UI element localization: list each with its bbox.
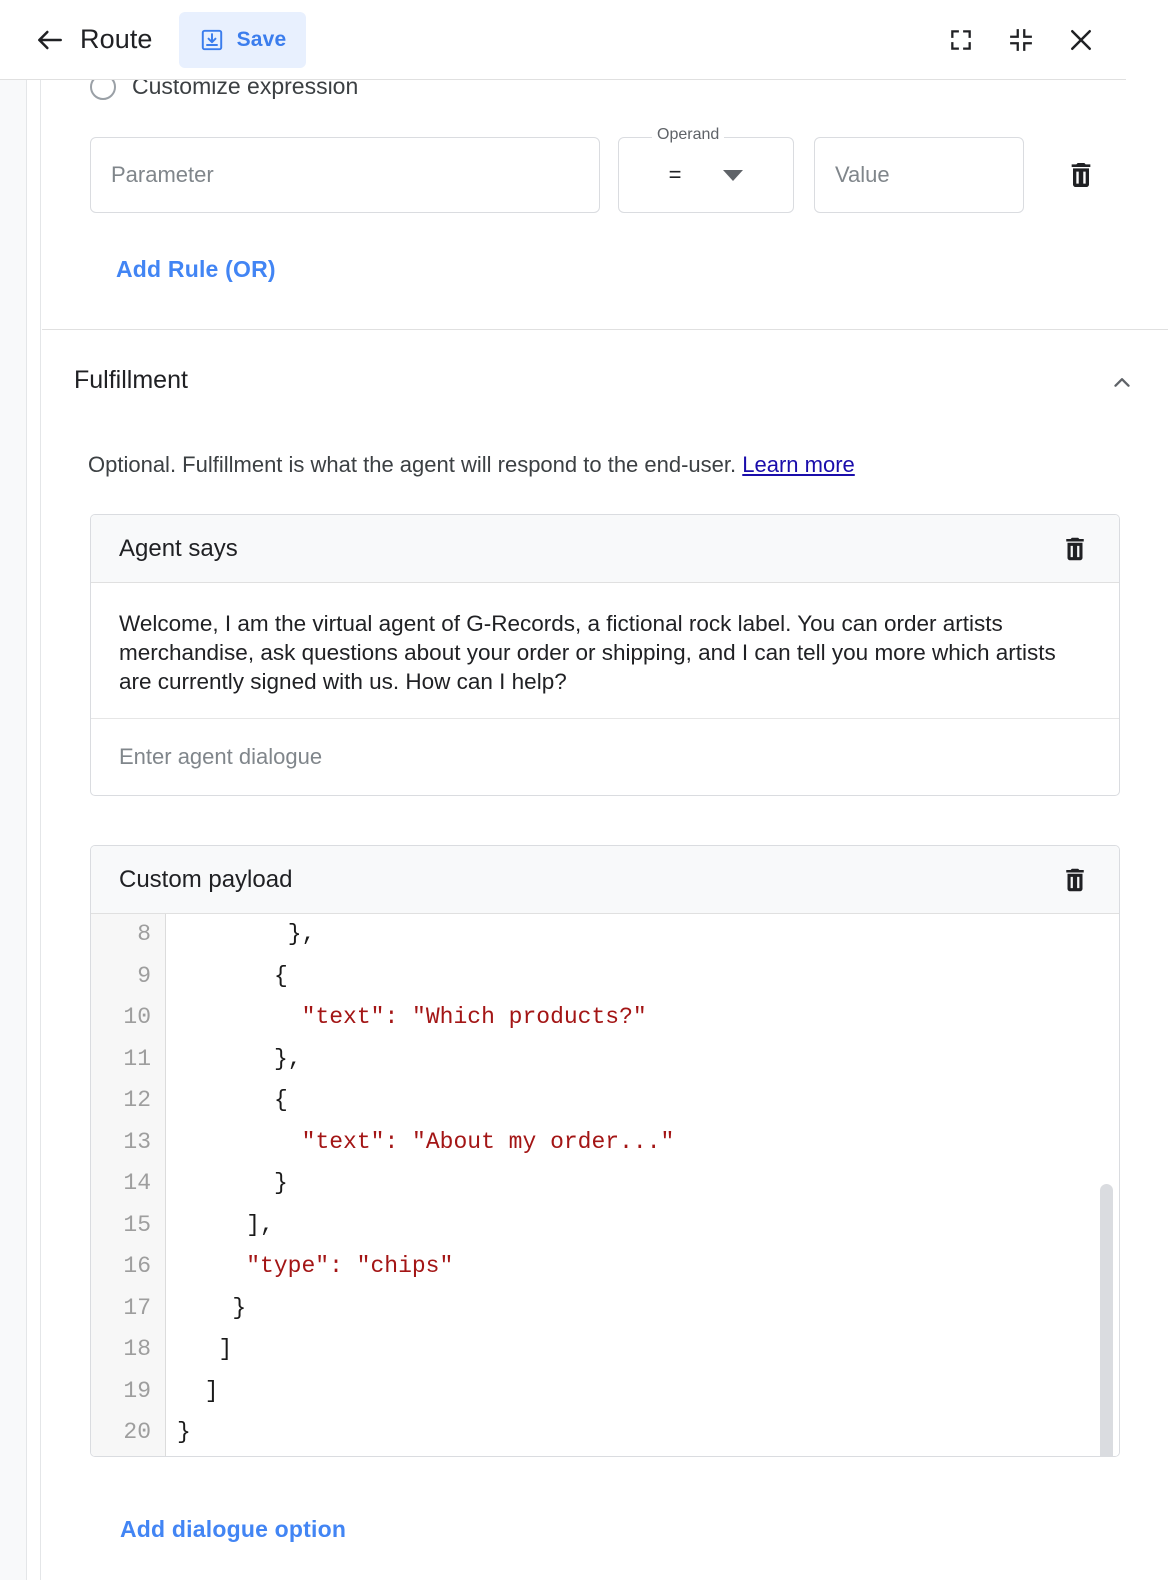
editor-line: 13 "text": "About my order..." xyxy=(91,1122,1119,1164)
editor-line-code: ] xyxy=(219,1329,233,1371)
editor-line: 16 "type": "chips" xyxy=(91,1246,1119,1288)
editor-line-number: 16 xyxy=(91,1246,151,1288)
agent-dialogue-placeholder: Enter agent dialogue xyxy=(119,744,322,770)
fulfillment-description-text: Optional. Fulfillment is what the agent … xyxy=(88,452,736,477)
delete-agent-says-button[interactable] xyxy=(1055,529,1095,569)
expand-icon xyxy=(948,27,974,53)
operand-select-content: = xyxy=(618,137,794,213)
operand-label: Operand xyxy=(652,126,724,144)
editor-line-number: 15 xyxy=(91,1205,151,1247)
fulfillment-collapse-button[interactable] xyxy=(1102,363,1142,403)
editor-line-code: ] xyxy=(205,1371,219,1413)
expand-button[interactable] xyxy=(944,23,978,57)
editor-line-code: "type": "chips" xyxy=(246,1246,453,1288)
operand-select[interactable]: Operand = xyxy=(618,137,794,213)
editor-scrollbar-thumb[interactable] xyxy=(1100,1184,1113,1457)
editor-line: 11}, xyxy=(91,1039,1119,1081)
editor-line: 14} xyxy=(91,1163,1119,1205)
editor-line-number: 12 xyxy=(91,1080,151,1122)
arrow-left-icon xyxy=(34,24,66,56)
delete-rule-button[interactable] xyxy=(1058,137,1104,213)
value-placeholder: Value xyxy=(835,162,890,188)
custom-payload-card: Custom payload 8},9{10"text": "Which pro… xyxy=(90,845,1120,1457)
agent-says-message[interactable]: Welcome, I am the virtual agent of G-Rec… xyxy=(91,583,1119,719)
left-rail-background xyxy=(0,0,26,1580)
agent-says-card: Agent says Welcome, I am the virtual age… xyxy=(90,514,1120,796)
editor-line: 15], xyxy=(91,1205,1119,1247)
editor-line: 17} xyxy=(91,1288,1119,1330)
editor-line-code: } xyxy=(177,1412,191,1454)
collapse-icon xyxy=(1008,27,1034,53)
agent-says-header: Agent says xyxy=(91,515,1119,583)
close-icon xyxy=(1066,25,1096,55)
editor-line: 18] xyxy=(91,1329,1119,1371)
editor-line-code: } xyxy=(274,1163,288,1205)
custom-payload-title: Custom payload xyxy=(119,866,292,894)
editor-line: 20} xyxy=(91,1412,1119,1454)
editor-line: 19] xyxy=(91,1371,1119,1413)
editor-line-code: } xyxy=(232,1288,246,1330)
operand-selected-value: = xyxy=(669,162,682,188)
value-input[interactable]: Value xyxy=(814,137,1024,213)
editor-line-code: { xyxy=(274,1080,288,1122)
editor-line-number: 11 xyxy=(91,1039,151,1081)
editor-line-number: 8 xyxy=(91,914,151,956)
editor-line-number: 17 xyxy=(91,1288,151,1330)
custom-payload-header: Custom payload xyxy=(91,846,1119,914)
editor-line-code: "text": "About my order..." xyxy=(302,1122,675,1164)
fulfillment-section-title: Fulfillment xyxy=(74,366,188,395)
editor-line-code: ], xyxy=(246,1205,274,1247)
editor-line-number: 14 xyxy=(91,1163,151,1205)
chevron-up-icon xyxy=(1109,370,1135,396)
editor-line: 8}, xyxy=(91,914,1119,956)
back-button[interactable] xyxy=(32,22,68,58)
editor-line-code: "text": "Which products?" xyxy=(302,997,647,1039)
trash-icon xyxy=(1060,534,1090,564)
editor-line: 10 "text": "Which products?" xyxy=(91,997,1119,1039)
fulfillment-description: Optional. Fulfillment is what the agent … xyxy=(88,452,855,478)
route-panel-screen: Customize expression Parameter Operand =… xyxy=(0,0,1168,1580)
editor-line-code: { xyxy=(274,956,288,998)
editor-line-number: 20 xyxy=(91,1412,151,1454)
collapse-button[interactable] xyxy=(1004,23,1038,57)
parameter-input[interactable]: Parameter xyxy=(90,137,600,213)
editor-scrollbar-track[interactable] xyxy=(1099,914,1117,1457)
trash-icon xyxy=(1060,865,1090,895)
learn-more-link[interactable]: Learn more xyxy=(742,452,855,477)
parameter-placeholder: Parameter xyxy=(111,162,214,188)
header-actions xyxy=(944,23,1098,57)
condition-rule-row: Parameter Operand = Value xyxy=(90,137,1104,213)
close-button[interactable] xyxy=(1064,23,1098,57)
panel-resizer-column[interactable] xyxy=(26,0,41,1580)
save-button-label: Save xyxy=(237,28,287,52)
editor-line-number: 9 xyxy=(91,956,151,998)
page-title: Route xyxy=(80,24,153,55)
add-rule-or-button[interactable]: Add Rule (OR) xyxy=(116,256,276,283)
editor-line-number: 10 xyxy=(91,997,151,1039)
delete-custom-payload-button[interactable] xyxy=(1055,860,1095,900)
editor-line: 9{ xyxy=(91,956,1119,998)
panel-header: Route Save xyxy=(0,0,1126,80)
add-dialogue-option-button[interactable]: Add dialogue option xyxy=(120,1516,346,1543)
route-panel: Customize expression Parameter Operand =… xyxy=(42,0,1168,1580)
trash-icon xyxy=(1065,159,1097,191)
editor-line-code: }, xyxy=(274,1039,302,1081)
agent-dialogue-input[interactable]: Enter agent dialogue xyxy=(91,719,1119,795)
custom-payload-editor[interactable]: 8},9{10"text": "Which products?"11},12{1… xyxy=(91,914,1119,1457)
editor-line-number: 18 xyxy=(91,1329,151,1371)
editor-line-number: 19 xyxy=(91,1371,151,1413)
save-button[interactable]: Save xyxy=(179,12,307,68)
editor-line-number: 13 xyxy=(91,1122,151,1164)
editor-line-code: }, xyxy=(288,914,316,956)
agent-says-title: Agent says xyxy=(119,535,238,563)
chevron-down-icon[interactable] xyxy=(723,170,743,181)
editor-line: 12 { xyxy=(91,1080,1119,1122)
editor-code-area[interactable]: 8},9{10"text": "Which products?"11},12{1… xyxy=(91,914,1119,1457)
save-disk-icon xyxy=(199,27,225,53)
